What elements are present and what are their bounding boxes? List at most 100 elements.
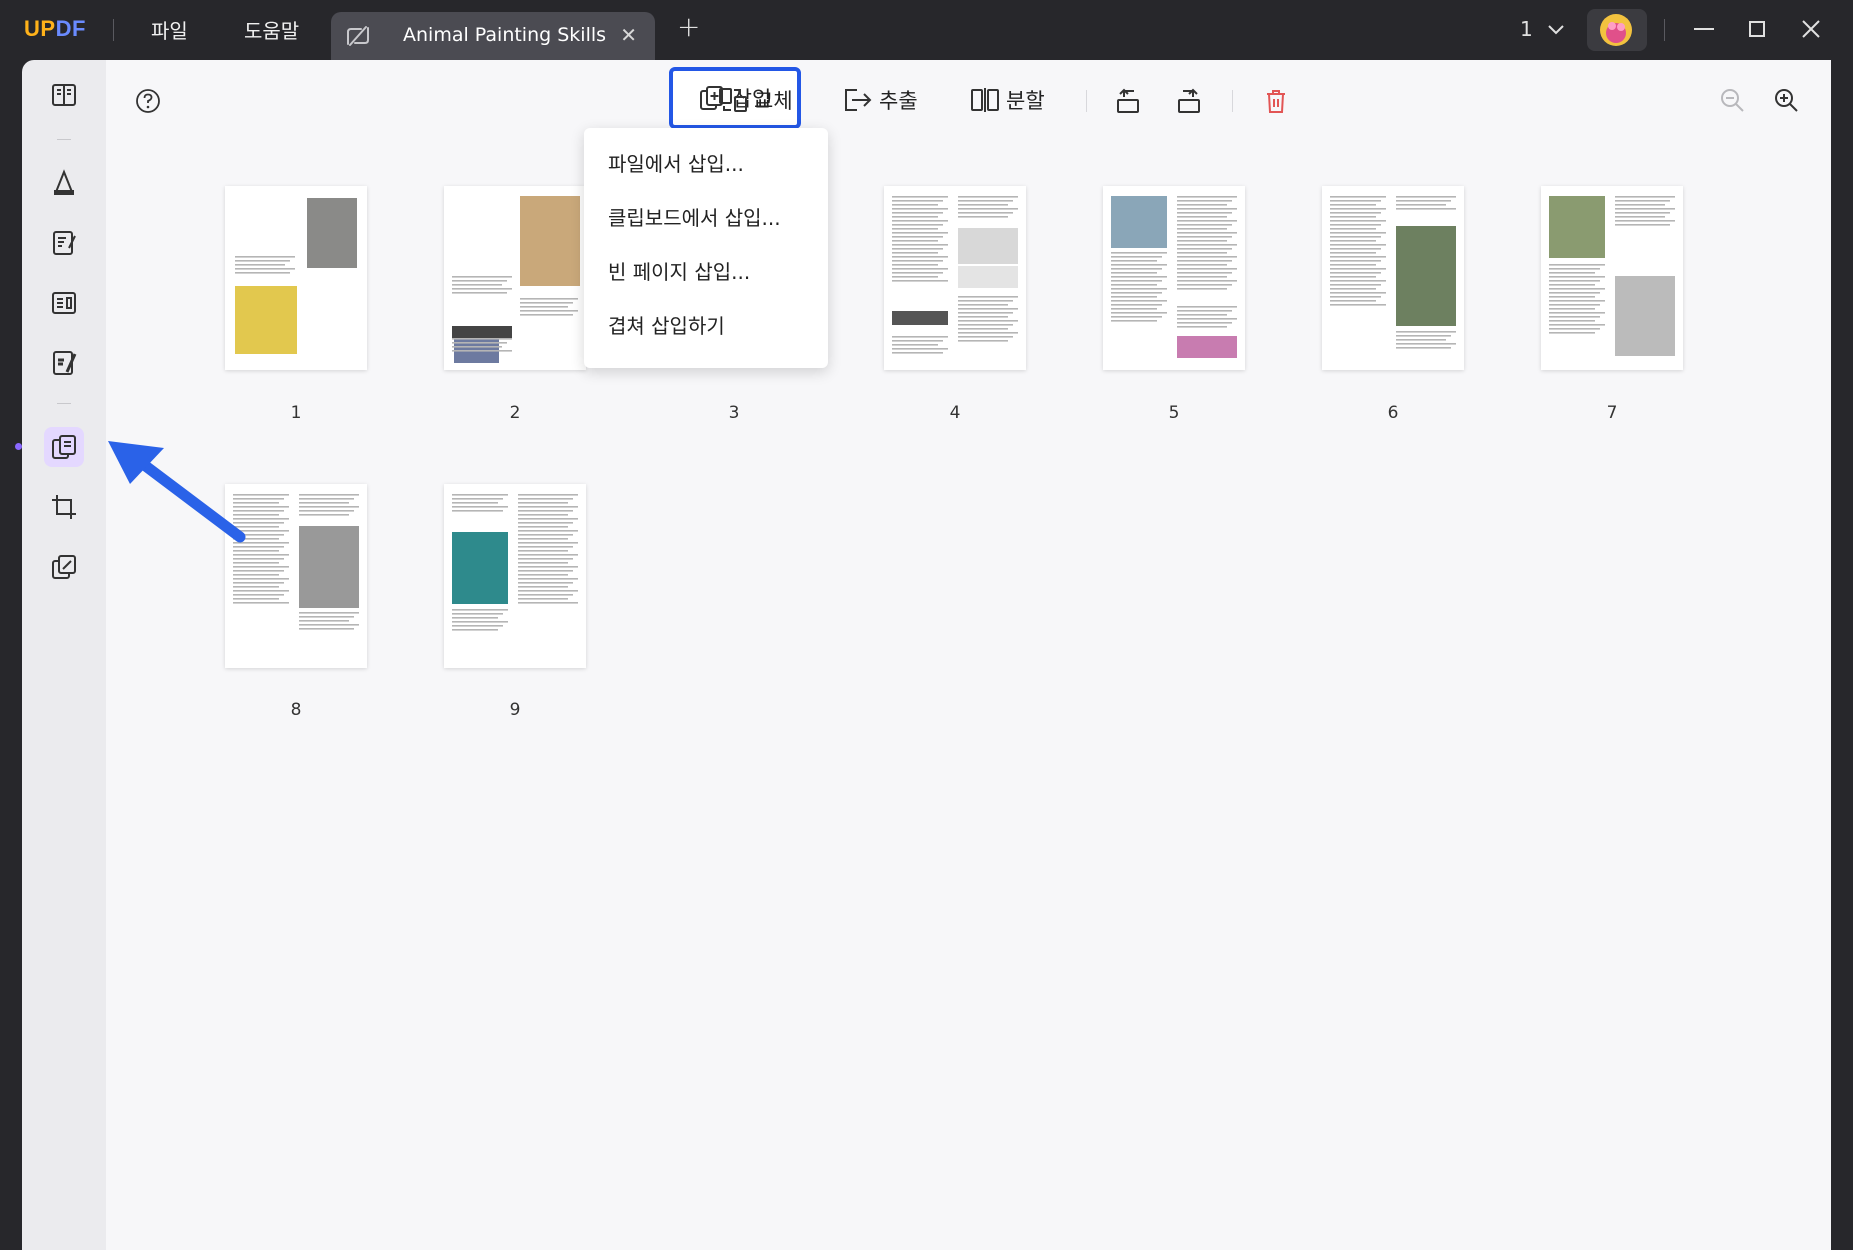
- insert-blank-page[interactable]: 빈 페이지 삽입...: [608, 256, 750, 285]
- preview-text-line: [233, 538, 279, 540]
- page-thumbnail-2[interactable]: [444, 186, 586, 370]
- insert-from-file[interactable]: 파일에서 삽입...: [608, 148, 744, 177]
- help-icon[interactable]: [135, 88, 161, 114]
- preview-text-line: [1330, 260, 1381, 262]
- zoom-in-icon[interactable]: [1773, 87, 1799, 113]
- preview-text-line: [233, 494, 289, 496]
- preview-image: [452, 532, 508, 604]
- title-divider: [1664, 19, 1665, 41]
- preview-image: [1177, 336, 1237, 358]
- preview-text-line: [1111, 320, 1157, 322]
- rotate-right-icon[interactable]: [1175, 88, 1203, 114]
- preview-text-line: [1549, 304, 1600, 306]
- preview-text-line: [1396, 204, 1446, 206]
- preview-text-line: [1330, 204, 1376, 206]
- close-window-icon[interactable]: [1796, 14, 1826, 44]
- page-thumbnail-9[interactable]: [444, 484, 586, 668]
- page-thumbnail-5[interactable]: [1103, 186, 1245, 370]
- preview-text-line: [1177, 252, 1227, 254]
- preview-text-line: [299, 616, 354, 618]
- preview-text-line: [1177, 224, 1232, 226]
- preview-text-line: [518, 594, 573, 596]
- rotate-left-icon[interactable]: [1114, 88, 1142, 114]
- preview-text-line: [1111, 308, 1157, 310]
- preview-text-line: [1330, 208, 1386, 210]
- preview-text-line: [452, 342, 507, 344]
- trash-icon[interactable]: [1264, 88, 1288, 114]
- extract-button[interactable]: 추출: [843, 82, 918, 118]
- preview-text-line: [518, 526, 568, 528]
- preview-text-line: [1396, 347, 1451, 349]
- page-thumbnail-1[interactable]: [225, 186, 367, 370]
- preview-text-line: [1177, 228, 1227, 230]
- menu-help[interactable]: 도움말: [244, 15, 299, 44]
- reader-icon[interactable]: [44, 75, 84, 115]
- preview-text-line: [233, 502, 279, 504]
- maximize-icon[interactable]: [1742, 14, 1772, 44]
- document-tab[interactable]: Animal Painting Skills ✕: [331, 12, 655, 60]
- preview-text-line: [1549, 292, 1600, 294]
- preview-text-line: [233, 506, 289, 508]
- split-icon: [971, 88, 999, 112]
- insert-from-clipboard[interactable]: 클립보드에서 삽입...: [608, 202, 781, 231]
- sign-icon[interactable]: [44, 343, 84, 383]
- preview-text-line: [1330, 240, 1376, 242]
- new-tab-button[interactable]: +: [677, 10, 700, 43]
- edit-pdf-icon[interactable]: [44, 223, 84, 263]
- page-thumbnail-4[interactable]: [884, 186, 1026, 370]
- menu-file[interactable]: 파일: [151, 15, 188, 44]
- toolbar-divider: [1232, 90, 1233, 112]
- comment-icon[interactable]: [44, 163, 84, 203]
- insert-overlay[interactable]: 겹쳐 삽입하기: [608, 310, 725, 339]
- preview-text-line: [1177, 288, 1227, 290]
- page-thumbnail-7[interactable]: [1541, 186, 1683, 370]
- page-tools-icon[interactable]: [44, 547, 84, 587]
- page-thumbnail-6[interactable]: [1322, 186, 1464, 370]
- preview-text-line: [452, 494, 508, 496]
- tab-close-icon[interactable]: ✕: [620, 23, 637, 47]
- preview-text-line: [1177, 244, 1237, 246]
- avatar[interactable]: [1587, 9, 1647, 51]
- preview-text-line: [233, 582, 284, 584]
- form-icon[interactable]: [44, 283, 84, 323]
- preview-text-line: [958, 320, 1018, 322]
- organize-pages-icon[interactable]: [44, 427, 84, 467]
- preview-text-line: [518, 570, 573, 572]
- crop-icon[interactable]: [44, 487, 84, 527]
- left-toolbar: [22, 60, 106, 1250]
- preview-text-line: [1549, 268, 1600, 270]
- preview-text-line: [1396, 335, 1451, 337]
- extract-label: 추출: [879, 89, 918, 113]
- split-button[interactable]: 분할: [970, 82, 1045, 118]
- page-preview: [1330, 196, 1456, 349]
- preview-text-line: [520, 302, 573, 304]
- preview-image: [1111, 196, 1167, 248]
- preview-text-line: [452, 280, 507, 282]
- preview-text-line: [1549, 316, 1600, 318]
- minimize-icon[interactable]: [1689, 14, 1719, 44]
- page-selector[interactable]: 1: [1520, 17, 1565, 41]
- preview-text-line: [518, 510, 573, 512]
- preview-text-line: [1111, 304, 1162, 306]
- preview-text-line: [1177, 276, 1227, 278]
- preview-text-line: [452, 288, 512, 290]
- preview-text-line: [233, 586, 279, 588]
- replace-button[interactable]: 교체: [718, 82, 793, 118]
- page-preview: [452, 494, 578, 631]
- preview-text-line: [1615, 212, 1670, 214]
- page-number: 1: [290, 403, 302, 423]
- preview-image: [299, 526, 359, 608]
- preview-text-line: [452, 498, 503, 500]
- preview-text-line: [452, 613, 503, 615]
- preview-text-line: [233, 546, 284, 548]
- preview-text-line: [1396, 331, 1456, 333]
- preview-text-line: [299, 624, 359, 626]
- preview-text-line: [1549, 312, 1605, 314]
- page-thumbnail-8[interactable]: [225, 484, 367, 668]
- zoom-out-icon[interactable]: [1719, 87, 1745, 113]
- preview-text-line: [1330, 216, 1376, 218]
- preview-text-line: [1615, 196, 1675, 198]
- preview-text-line: [1177, 200, 1232, 202]
- preview-text-line: [299, 494, 359, 496]
- preview-text-line: [1549, 324, 1605, 326]
